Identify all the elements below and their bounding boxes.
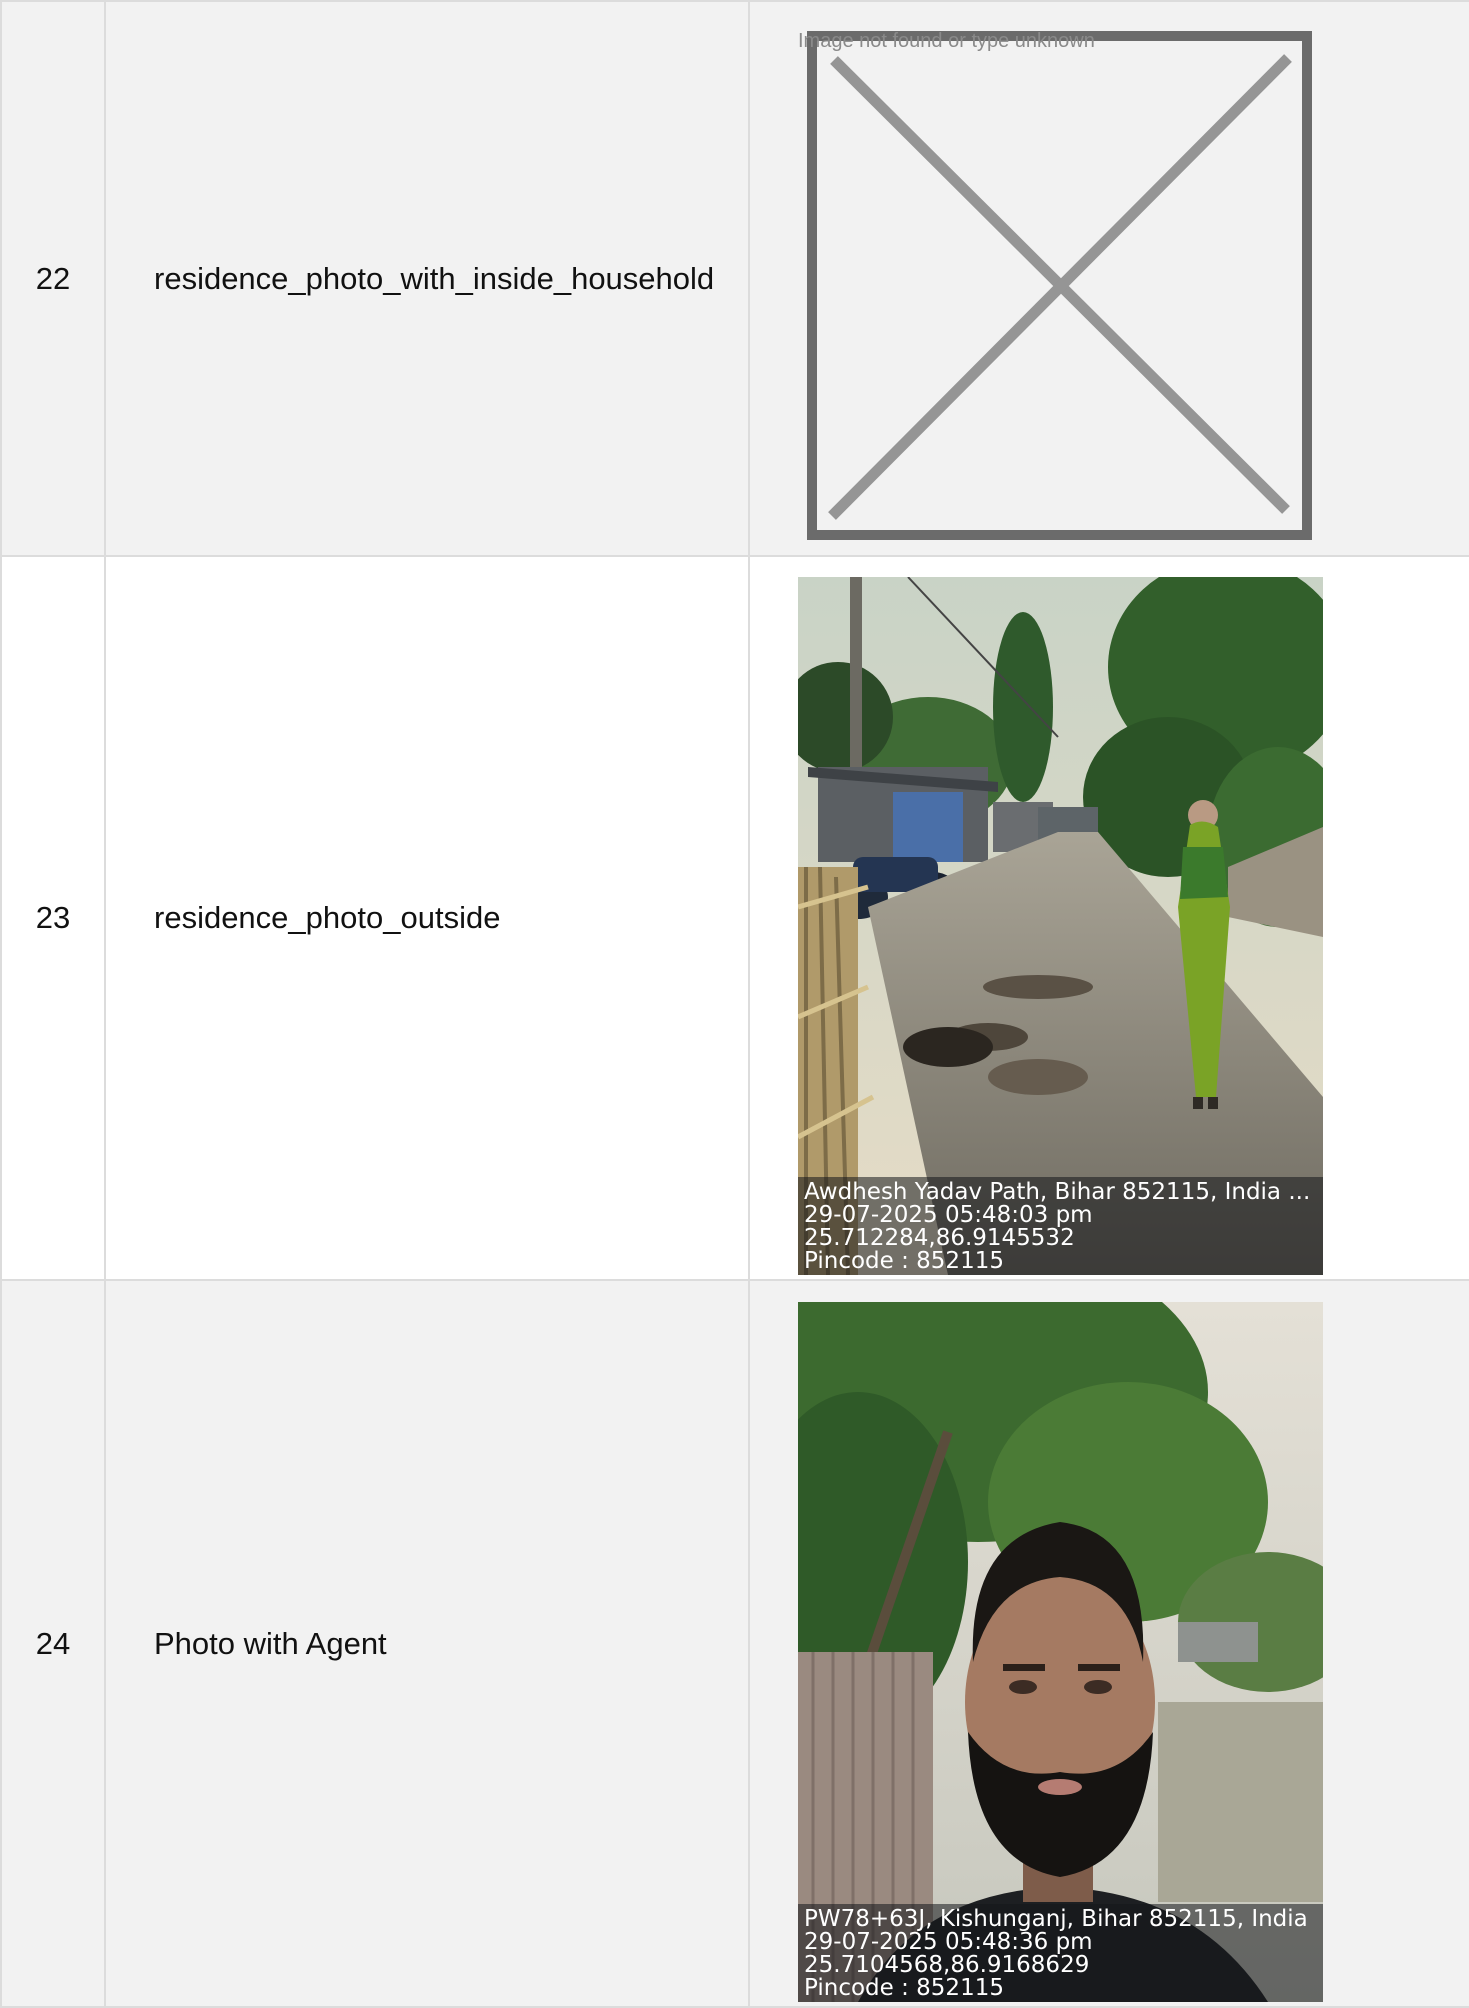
table-row: 22 residence_photo_with_inside_household… <box>0 0 1469 557</box>
photo-cell: PW78+63J, Kishunganj, Bihar 852115, Indi… <box>748 1279 1469 2008</box>
village-road-scene <box>798 577 1323 1275</box>
stamp-datetime: 29-07-2025 05:48:03 pm <box>804 1204 1093 1227</box>
table-row: 24 Photo with Agent PW78+63J, Kishunganj… <box>0 1279 1469 2008</box>
image-alt-text: Image not found or type unknown <box>798 29 1095 52</box>
stamp-pincode: Pincode : 852115 <box>804 1976 1004 2000</box>
geo-stamp: Awdhesh Yadav Path, Bihar 852115, India … <box>798 1177 1323 1275</box>
table-row: 23 residence_photo_outside Awdhesh Yadav… <box>0 555 1469 1281</box>
stamp-coords: 25.712284,86.9145532 <box>804 1227 1075 1250</box>
stamp-pincode: Pincode : 852115 <box>804 1250 1004 1273</box>
broken-image-icon <box>807 30 1312 540</box>
residence-outside-photo: Awdhesh Yadav Path, Bihar 852115, India … <box>798 577 1323 1275</box>
row-number: 22 <box>0 0 106 557</box>
row-number: 23 <box>0 555 106 1281</box>
field-label: residence_photo_with_inside_household <box>104 0 750 557</box>
row-number: 24 <box>0 1279 106 2008</box>
stamp-datetime: 29-07-2025 05:48:36 pm <box>804 1930 1093 1954</box>
broken-image: Image not found or type unknown <box>798 30 1318 550</box>
photo-cell: Image not found or type unknown <box>748 0 1469 557</box>
stamp-address: Awdhesh Yadav Path, Bihar 852115, India … <box>804 1181 1311 1204</box>
stamp-coords: 25.7104568,86.9168629 <box>804 1953 1090 1977</box>
field-label: Photo with Agent <box>104 1279 750 2008</box>
photo-table: 22 residence_photo_with_inside_household… <box>0 0 1469 2008</box>
photo-cell: Awdhesh Yadav Path, Bihar 852115, India … <box>748 555 1469 1281</box>
agent-selfie-scene <box>798 1301 1323 2002</box>
geo-stamp: PW78+63J, Kishunganj, Bihar 852115, Indi… <box>798 1903 1323 2002</box>
stamp-address: PW78+63J, Kishunganj, Bihar 852115, Indi… <box>804 1907 1308 1931</box>
field-label: residence_photo_outside <box>104 555 750 1281</box>
agent-selfie-photo: PW78+63J, Kishunganj, Bihar 852115, Indi… <box>798 1301 1323 2002</box>
